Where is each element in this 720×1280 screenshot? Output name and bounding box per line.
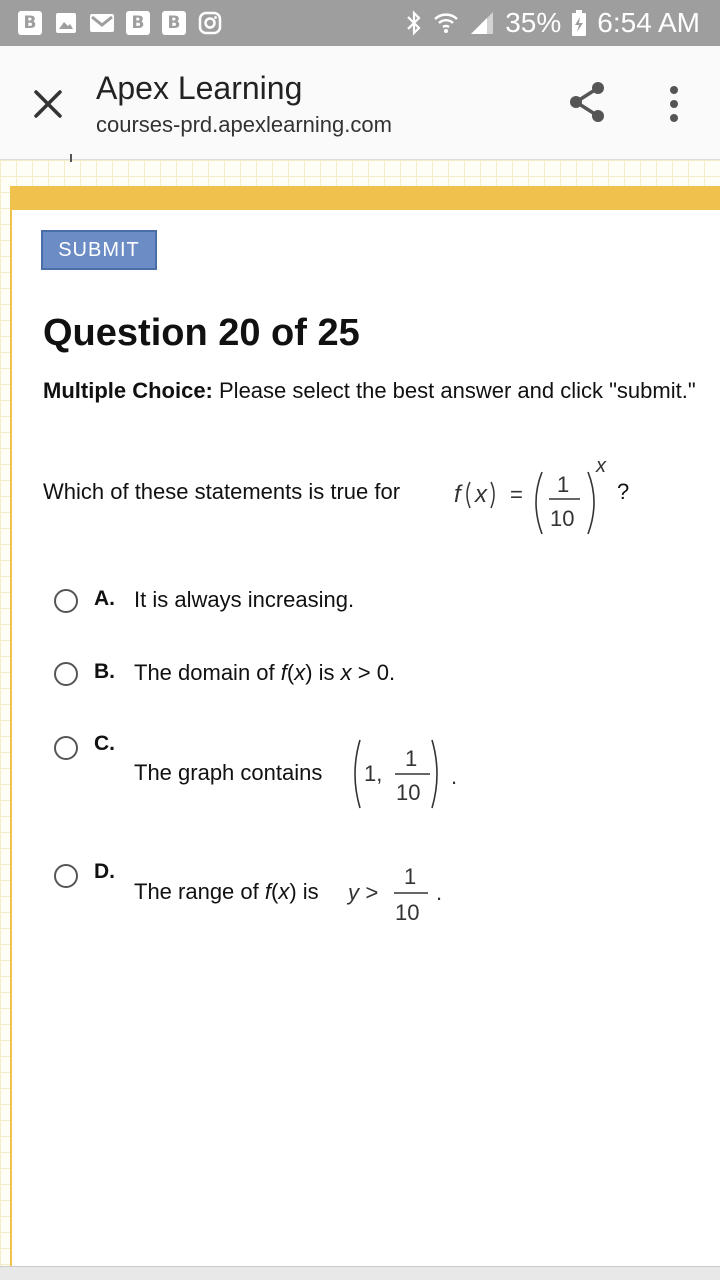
- option-d-inequality: y > 1 10 .: [346, 864, 442, 925]
- option-d-text[interactable]: The range of f(x) is: [134, 879, 319, 905]
- question-mark: ?: [617, 479, 630, 504]
- option-a-radio[interactable]: [54, 589, 78, 613]
- share-icon[interactable]: [566, 80, 610, 124]
- battery-percent: 35%: [505, 7, 562, 38]
- option-d-denominator: 10: [395, 900, 419, 925]
- panel-header-bar: [10, 186, 720, 210]
- bluetooth-icon: [407, 10, 421, 36]
- close-icon[interactable]: [28, 84, 68, 124]
- formula-numerator: 1: [557, 472, 569, 497]
- image-icon: [52, 9, 80, 37]
- instruction-text: Please select the best answer and click …: [212, 378, 696, 403]
- formula-fn: f: [454, 481, 463, 508]
- app-bar: Apex Learning courses-prd.apexlearning.c…: [0, 46, 720, 160]
- question-title: Question 20 of 25: [43, 312, 360, 354]
- instagram-icon: [196, 9, 224, 37]
- option-c-denominator: 10: [396, 780, 420, 805]
- bottom-edge: [0, 1266, 720, 1280]
- system-status: 35% 6:54 AM: [405, 4, 700, 42]
- page-url: courses-prd.apexlearning.com: [96, 112, 392, 137]
- option-c-letter: C.: [94, 732, 115, 755]
- option-b-text[interactable]: The domain of f(x) is x > 0.: [134, 660, 395, 686]
- page-title: Apex Learning: [96, 70, 303, 106]
- wifi-icon: [434, 13, 459, 33]
- question-prompt: Which of these statements is true for: [43, 479, 401, 504]
- option-b-radio[interactable]: [54, 662, 78, 686]
- option-c-point: 1, 1 10 .: [354, 739, 457, 809]
- clock: 6:54 AM: [597, 7, 700, 38]
- notification-icons: B B B: [16, 9, 224, 37]
- option-d-ineq: y >: [346, 880, 378, 905]
- more-options-icon[interactable]: [660, 82, 688, 126]
- formula-var: x: [474, 481, 488, 508]
- b-notification-icon: B: [16, 9, 44, 37]
- option-d-radio[interactable]: [54, 864, 78, 888]
- option-d-numerator: 1: [404, 864, 416, 889]
- option-c-numerator: 1: [405, 746, 417, 771]
- submit-button[interactable]: SUBMIT: [41, 230, 157, 270]
- signal-icon: [471, 12, 494, 34]
- status-bar: B B B 35% 6:54 AM: [0, 0, 720, 46]
- formula-equals: =: [510, 482, 523, 507]
- option-c-point-x: 1,: [364, 761, 382, 786]
- option-c-text[interactable]: The graph contains: [134, 760, 322, 786]
- question-formula: f x = 1 10 x: [454, 455, 607, 535]
- option-a-text[interactable]: It is always increasing.: [134, 587, 354, 613]
- scroll-remnant: [70, 154, 72, 162]
- formula-exponent: x: [595, 455, 607, 477]
- option-c-period: .: [451, 764, 457, 789]
- battery-charging-icon: [572, 10, 587, 36]
- b-notification-icon: B: [160, 9, 188, 37]
- gmail-icon: [88, 9, 116, 37]
- formula-denominator: 10: [550, 506, 574, 531]
- b-notification-icon: B: [124, 9, 152, 37]
- option-d-letter: D.: [94, 860, 115, 883]
- instructions: Multiple Choice: Please select the best …: [43, 378, 720, 404]
- instruction-label: Multiple Choice:: [43, 378, 213, 403]
- option-d-period: .: [436, 880, 442, 905]
- option-c-radio[interactable]: [54, 736, 78, 760]
- option-b-letter: B.: [94, 660, 115, 683]
- option-a-letter: A.: [94, 587, 115, 610]
